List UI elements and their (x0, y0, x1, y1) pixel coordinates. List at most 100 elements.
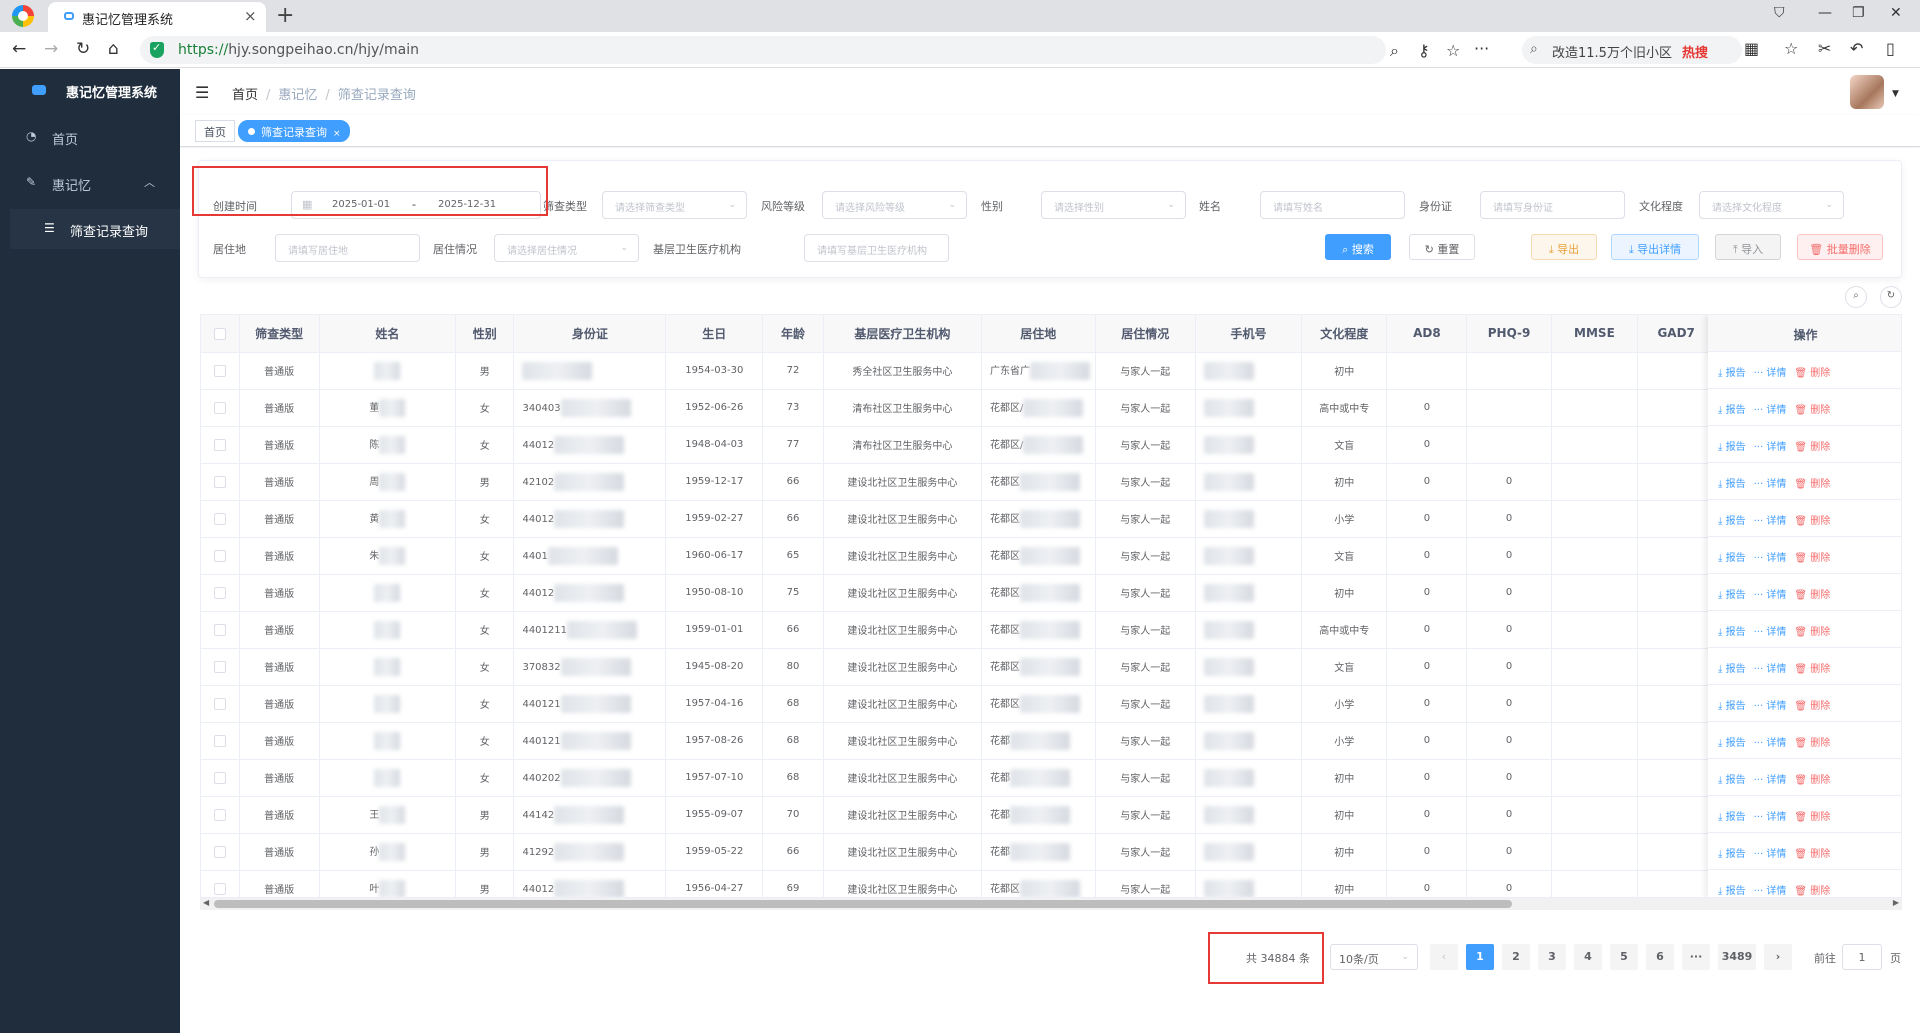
table-row[interactable]: 普通版 董 女 340403 1952-06-26 73 清布社区卫生服务中心 花都区/与家人… (201, 389, 1901, 427)
row-select-cell[interactable] (201, 574, 240, 612)
detail-link[interactable]: ··· 详情 (1754, 627, 1787, 638)
report-link[interactable]: ⤓ 报告 (1718, 775, 1746, 786)
delete-link[interactable]: 🗑 删除 (1794, 516, 1830, 527)
browser-tab[interactable]: 惠记忆管理系统 × (48, 2, 266, 32)
pin-icon[interactable]: ⛉ (1774, 5, 1785, 21)
avatar[interactable] (1850, 75, 1884, 109)
row-checkbox[interactable] (213, 660, 226, 673)
row-checkbox[interactable] (213, 882, 226, 895)
tag-home[interactable]: 首页 (195, 120, 235, 142)
table-row[interactable]: 普通版 女 440121 1957-04-16 68 建设北社区卫生服务中心 花都区 与家人一… (201, 685, 1901, 723)
bookmarks-icon[interactable]: ☆ (1784, 39, 1798, 58)
delete-link[interactable]: 🗑 删除 (1794, 738, 1830, 749)
detail-link[interactable]: ··· 详情 (1754, 479, 1787, 490)
forward-icon[interactable]: → (44, 39, 58, 59)
detail-link[interactable]: ··· 详情 (1754, 812, 1787, 823)
table-row[interactable]: 普通版 叶 男 44012 1956-04-27 69 建设北社区卫生服务中心 花都区 与家人一… (201, 870, 1901, 897)
url-field[interactable]: https://hjy.songpeihao.cn/hjy/main ⌕ ⚷ ☆… (140, 36, 1489, 64)
goto-page-input[interactable]: 1 (1842, 944, 1882, 970)
row-checkbox[interactable] (213, 586, 226, 599)
table-row[interactable]: 普通版 女 370832 1945-08-20 80 建设北社区卫生服务中心 花都区 与家人一… (201, 648, 1901, 686)
id-input[interactable]: 请填写身份证 (1480, 191, 1625, 219)
row-select-cell[interactable] (201, 833, 240, 871)
reset-button[interactable]: ↻ 重置 (1409, 234, 1475, 260)
gender-select[interactable]: 请选择性别 ⌄ (1041, 191, 1186, 219)
report-link[interactable]: ⤓ 报告 (1718, 590, 1746, 601)
row-checkbox[interactable] (213, 623, 226, 636)
detail-link[interactable]: ··· 详情 (1754, 553, 1787, 564)
row-checkbox[interactable] (213, 401, 226, 414)
scrollbar-thumb[interactable] (214, 900, 1512, 908)
screen-type-select[interactable]: 请选择筛查类型 ⌄ (602, 191, 747, 219)
restore-icon[interactable]: ❐ (1852, 5, 1865, 21)
select-all-checkbox[interactable] (213, 327, 226, 340)
delete-link[interactable]: 🗑 删除 (1794, 368, 1830, 379)
row-select-cell[interactable] (201, 722, 240, 760)
sidebar-toggle-icon[interactable]: ▯ (1886, 39, 1895, 58)
home-icon[interactable]: ⌂ (108, 39, 119, 59)
row-checkbox[interactable] (213, 808, 226, 821)
detail-link[interactable]: ··· 详情 (1754, 368, 1787, 379)
table-row[interactable]: 普通版 朱 女 4401 1960-06-17 65 建设北社区卫生服务中心 花都区 与家人一起… (201, 537, 1901, 575)
table-row[interactable]: 普通版 男 1954-03-30 72 秀全社区卫生服务中心 广东省广 与家人一起 初中 (201, 352, 1901, 390)
detail-link[interactable]: ··· 详情 (1754, 590, 1787, 601)
report-link[interactable]: ⤓ 报告 (1718, 442, 1746, 453)
address-input[interactable]: 请填写居住地 (275, 234, 420, 262)
living-select[interactable]: 请选择居住情况 ⌄ (494, 234, 639, 262)
row-select-cell[interactable] (201, 352, 240, 390)
apps-grid-icon[interactable]: ▦ (1744, 39, 1759, 58)
more-icon[interactable]: ··· (1474, 39, 1489, 58)
row-select-cell[interactable] (201, 685, 240, 723)
scroll-right-icon[interactable]: ▶ (1893, 898, 1899, 907)
table-row[interactable]: 普通版 孙 男 41292 1959-05-22 66 建设北社区卫生服务中心 花都 与家人一起… (201, 833, 1901, 871)
delete-link[interactable]: 🗑 删除 (1794, 590, 1830, 601)
delete-link[interactable]: 🗑 删除 (1794, 886, 1830, 897)
report-link[interactable]: ⤓ 报告 (1718, 849, 1746, 860)
report-link[interactable]: ⤓ 报告 (1718, 886, 1746, 897)
delete-link[interactable]: 🗑 删除 (1794, 849, 1830, 860)
report-link[interactable]: ⤓ 报告 (1718, 812, 1746, 823)
export-detail-button[interactable]: ⤓ 导出详情 (1611, 234, 1699, 260)
delete-link[interactable]: 🗑 删除 (1794, 442, 1830, 453)
search-button[interactable]: ⌕ 搜索 (1325, 234, 1391, 260)
refresh-table-icon[interactable]: ↻ (1880, 286, 1902, 308)
name-input[interactable]: 请填写姓名 (1260, 191, 1405, 219)
zoom-icon[interactable]: ⌕ (1390, 41, 1399, 61)
table-row[interactable]: 普通版 王 男 44142 1955-09-07 70 建设北社区卫生服务中心 花都 与家人一起… (201, 796, 1901, 834)
table-row[interactable]: 普通版 女 4401211 1959-01-01 66 建设北社区卫生服务中心 花都区 与家人… (201, 611, 1901, 649)
import-button[interactable]: ⤒ 导入 (1715, 234, 1781, 260)
page-button[interactable]: 3 (1538, 944, 1566, 970)
row-select-cell[interactable] (201, 500, 240, 538)
detail-link[interactable]: ··· 详情 (1754, 849, 1787, 860)
batch-delete-button[interactable]: 🗑 批量删除 (1797, 234, 1883, 260)
row-checkbox[interactable] (213, 364, 226, 377)
education-select[interactable]: 请选择文化程度 ⌄ (1699, 191, 1844, 219)
report-link[interactable]: ⤓ 报告 (1718, 627, 1746, 638)
more-pages-button[interactable]: ··· (1682, 944, 1710, 970)
report-link[interactable]: ⤓ 报告 (1718, 405, 1746, 416)
hamburger-icon[interactable]: ☰ (195, 83, 209, 102)
undo-icon[interactable]: ↶ (1850, 39, 1863, 58)
page-button[interactable]: 2 (1502, 944, 1530, 970)
delete-link[interactable]: 🗑 删除 (1794, 479, 1830, 490)
report-link[interactable]: ⤓ 报告 (1718, 664, 1746, 675)
row-select-cell[interactable] (201, 463, 240, 501)
table-row[interactable]: 普通版 女 440121 1957-08-26 68 建设北社区卫生服务中心 花都 与家人一起… (201, 722, 1901, 760)
report-link[interactable]: ⤓ 报告 (1718, 701, 1746, 712)
sidebar-item-screening-records[interactable]: ☰ 筛查记录查询 (10, 209, 180, 249)
detail-link[interactable]: ··· 详情 (1754, 701, 1787, 712)
page-size-select[interactable]: 10条/页 ⌄ (1330, 944, 1418, 970)
detail-link[interactable]: ··· 详情 (1754, 516, 1787, 527)
close-window-icon[interactable]: ✕ (1890, 5, 1902, 21)
breadcrumb-item[interactable]: 惠记忆 (278, 88, 317, 103)
table-row[interactable]: 普通版 黄 女 44012 1959-02-27 66 建设北社区卫生服务中心 花都区 与家人一… (201, 500, 1901, 538)
detail-link[interactable]: ··· 详情 (1754, 775, 1787, 786)
delete-link[interactable]: 🗑 删除 (1794, 627, 1830, 638)
risk-level-select[interactable]: 请选择风险等级 ⌄ (822, 191, 967, 219)
row-select-cell[interactable] (201, 611, 240, 649)
row-checkbox[interactable] (213, 734, 226, 747)
row-checkbox[interactable] (213, 845, 226, 858)
delete-link[interactable]: 🗑 删除 (1794, 553, 1830, 564)
row-checkbox[interactable] (213, 438, 226, 451)
toggle-search-icon[interactable]: ⌕ (1845, 286, 1867, 308)
